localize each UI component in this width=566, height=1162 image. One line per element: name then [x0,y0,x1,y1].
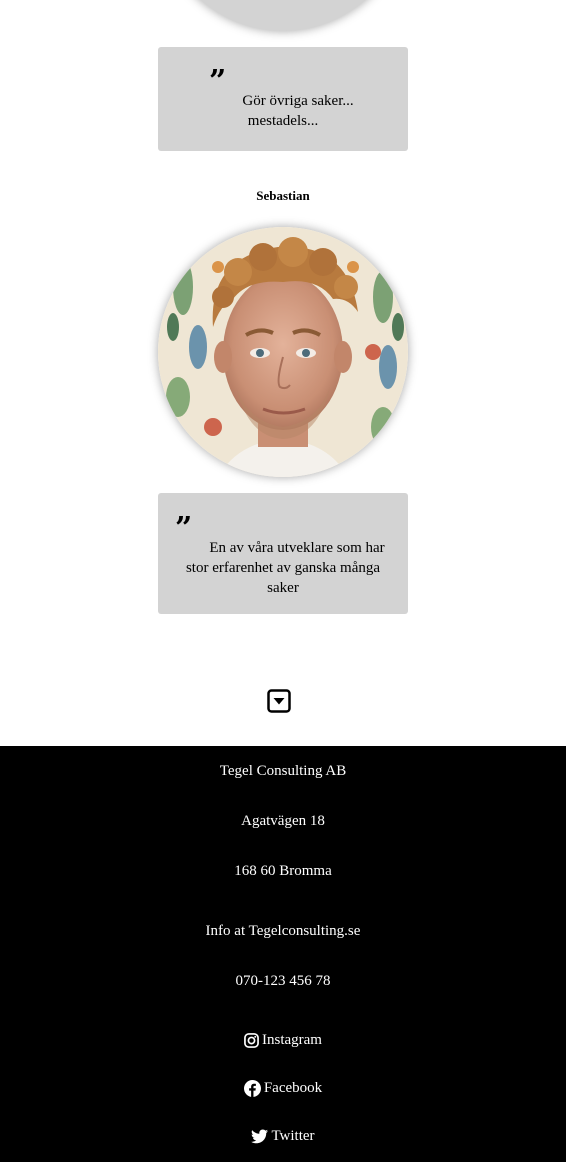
previous-person-avatar [158,0,408,31]
company-name: Tegel Consulting AB [219,763,347,779]
twitter-label: Twitter [271,1128,315,1144]
contact-phone[interactable]: 070-123 456 78 [0,971,566,991]
footer: Tegel Consulting AB Agatvägen 18 168 60 … [0,746,566,1162]
street-address: Agatvägen 18 [241,813,325,829]
instagram-label: Instagram [262,1032,322,1048]
caret-square-down-icon[interactable] [267,689,291,713]
person-name: Sebastian [256,188,310,203]
facebook-link[interactable]: Facebook [243,1078,323,1098]
postal-city: 168 60 Bromma [234,863,332,879]
quote-text: En av våra utveklare som har stor erfare… [185,540,385,596]
quote-box: ” En av våra utveklare som har stor erfa… [158,493,408,614]
quote-text: Gör övriga saker... mestadels... [242,93,354,129]
twitter-link[interactable]: Twitter [251,1126,315,1146]
person-avatar [158,227,408,477]
facebook-icon [243,1079,261,1097]
page: ” Gör övriga saker... mestadels... Sebas… [0,0,566,1162]
facebook-label: Facebook [263,1080,323,1096]
portrait-image [158,227,408,477]
instagram-link[interactable]: Instagram [244,1030,322,1050]
quote-box: ” Gör övriga saker... mestadels... [158,47,408,151]
instagram-icon [244,1032,259,1048]
contact-email[interactable]: Info at Tegelconsulting.se [0,921,566,941]
twitter-icon [251,1128,269,1144]
